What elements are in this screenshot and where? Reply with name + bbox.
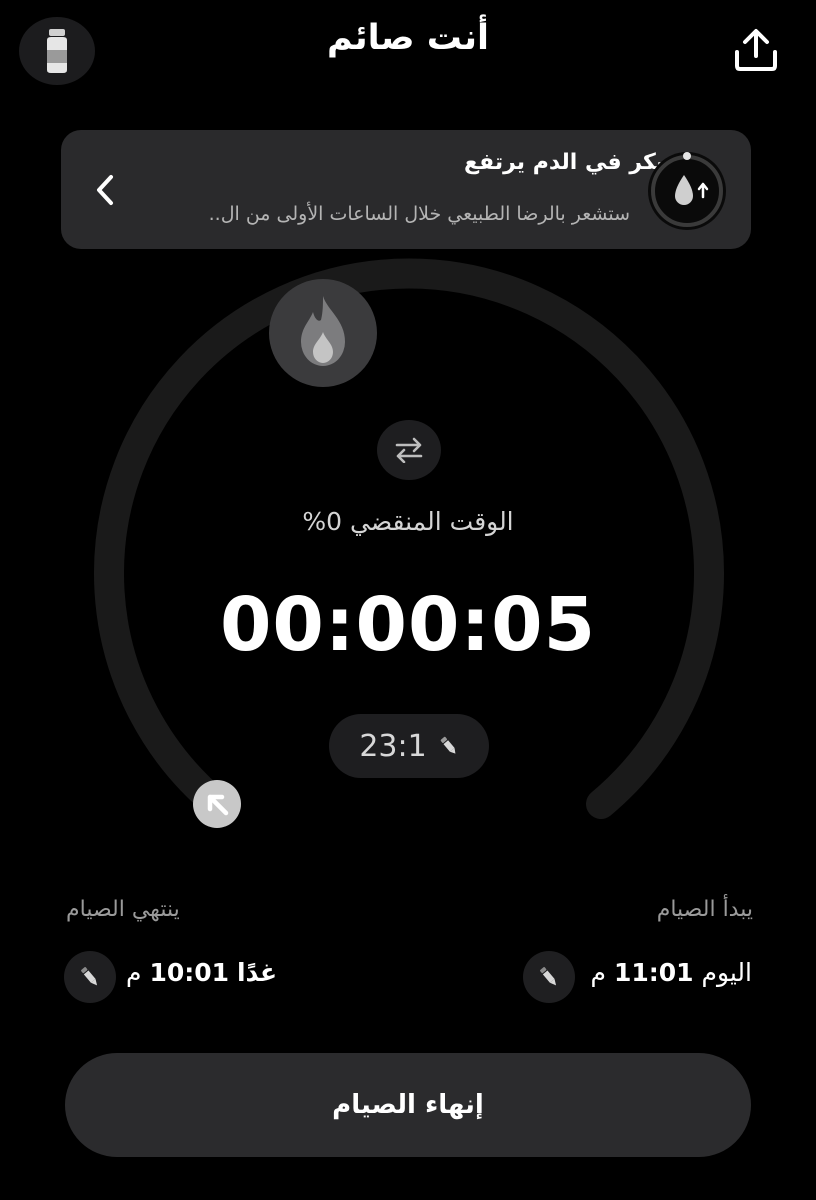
arrow-up-left-icon (207, 794, 229, 816)
end-fast-button[interactable]: إنهاء الصيام (65, 1053, 751, 1157)
swap-arrows-icon (395, 437, 423, 463)
fasting-plan-label: 23:1 (359, 728, 427, 764)
water-bottle-button[interactable] (19, 17, 95, 85)
fast-end-ampm: م (126, 958, 142, 987)
bottle-icon (47, 29, 67, 73)
fast-end-clock: 10:01 (149, 958, 230, 987)
elapsed-percent-label: الوقت المنقضي 0% (302, 507, 514, 536)
fast-start-marker[interactable] (193, 780, 241, 828)
banner-subtitle: ستشعر بالرضا الطبيعي خلال الساعات الأولى… (208, 203, 630, 225)
fast-start-day: اليوم (701, 958, 752, 987)
fast-end-day: غدًا (236, 958, 278, 987)
fast-end-time[interactable]: غدًا 10:01 م (126, 958, 277, 987)
pencil-icon (81, 967, 98, 986)
edit-end-button[interactable] (64, 951, 116, 1003)
banner-chevron-button[interactable] (90, 170, 120, 210)
blood-drop-up-icon (651, 152, 723, 227)
fast-start-label: يبدأ الصيام (656, 897, 753, 922)
swap-timer-mode-button[interactable] (377, 420, 441, 480)
page-title: أنت صائم (327, 18, 489, 58)
share-button[interactable] (728, 22, 784, 78)
pencil-icon (540, 967, 557, 986)
fasting-zone-button[interactable] (269, 279, 377, 387)
pencil-icon (440, 736, 456, 754)
fast-end-label: ينتهي الصيام (66, 897, 180, 922)
chevron-left-icon (97, 175, 113, 205)
fast-start-clock: 11:01 (613, 958, 694, 987)
edit-start-button[interactable] (523, 951, 575, 1003)
share-icon (735, 29, 777, 71)
fast-start-ampm: م (590, 958, 606, 987)
fast-start-time[interactable]: اليوم 11:01 م (591, 958, 752, 987)
flame-icon (301, 296, 345, 366)
fasting-plan-pill[interactable]: 23:1 (329, 714, 489, 778)
blood-sugar-stage-icon (648, 152, 726, 230)
elapsed-timer: 00:00:05 (219, 582, 597, 668)
